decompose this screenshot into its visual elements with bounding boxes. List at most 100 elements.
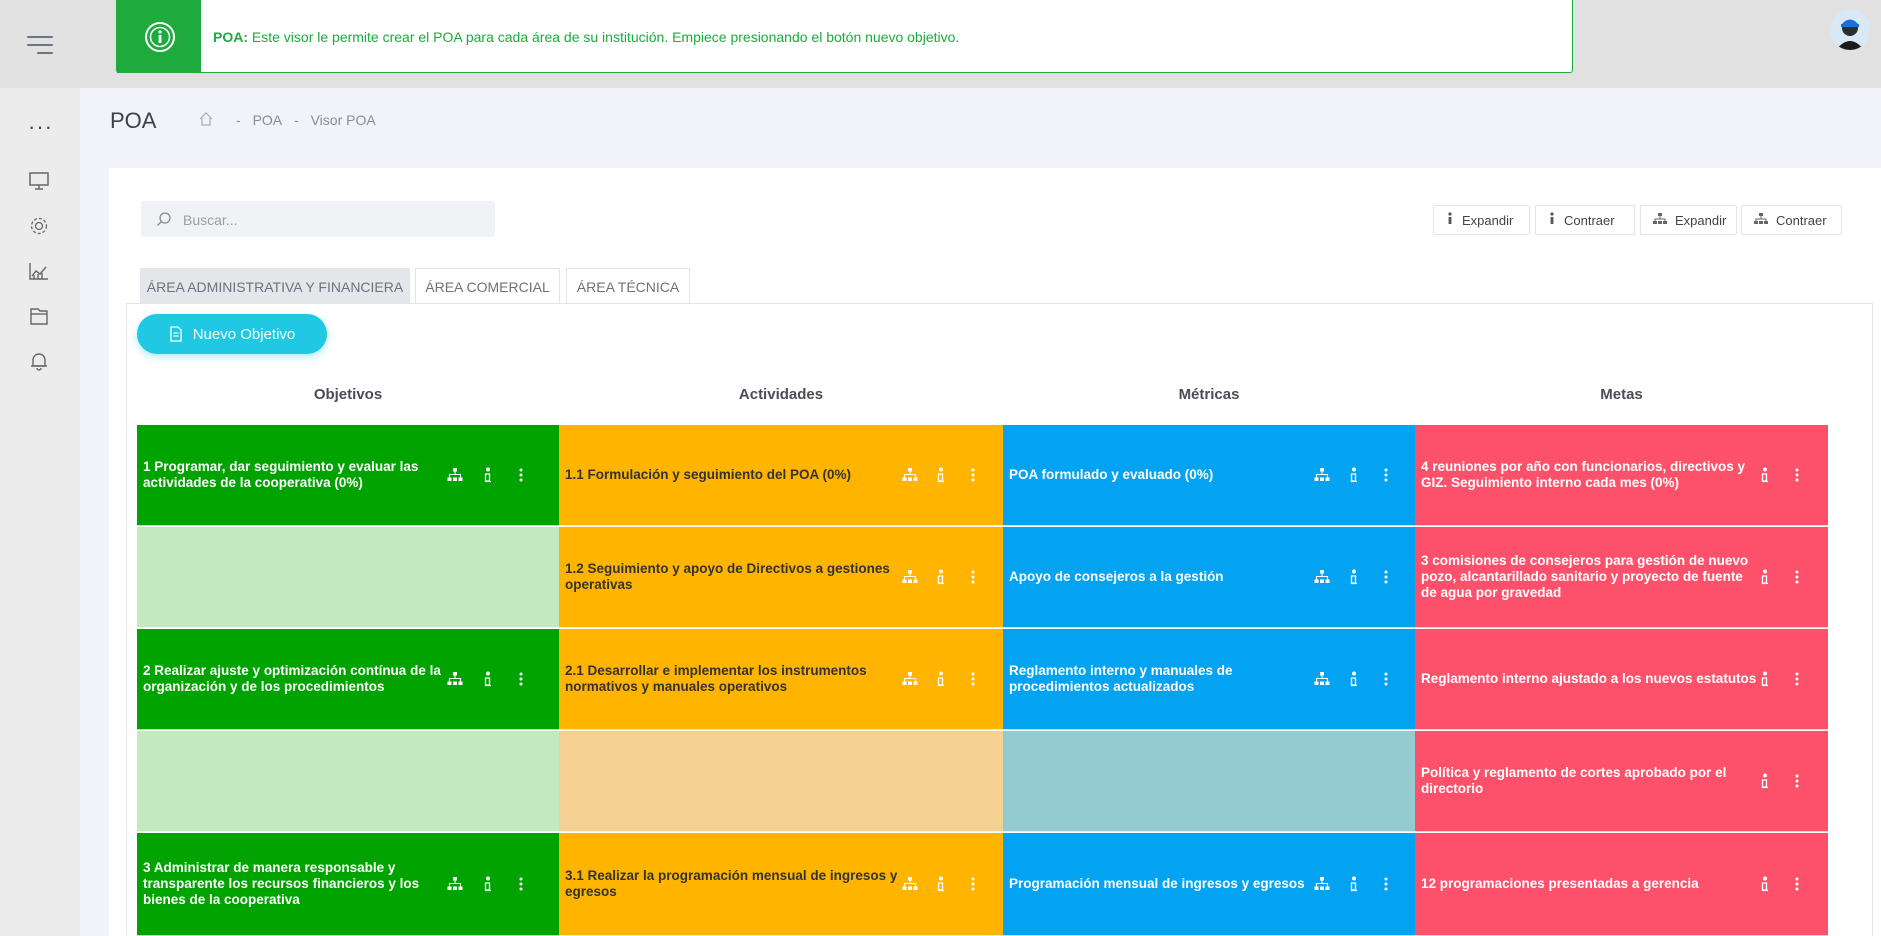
meta-cell[interactable]: 3 comisiones de consejeros para gestión … [1415,527,1828,628]
info-icon[interactable] [1761,876,1769,892]
avatar[interactable] [1830,10,1870,50]
more-vertical-icon[interactable] [971,672,975,686]
meta-text: 12 programaciones presentadas a gerencia [1421,876,1699,891]
info-icon[interactable] [1761,773,1769,789]
collapse-info-button[interactable]: Contraer [1535,205,1635,235]
metrica-cell[interactable]: Reglamento interno y manuales de procedi… [1003,629,1415,730]
actividad-cell[interactable]: 2.1 Desarrollar e implementar los instru… [559,629,1003,730]
new-objective-label: Nuevo Objetivo [192,325,296,343]
hierarchy-icon[interactable] [902,468,918,482]
objetivo-cell[interactable]: 2 Realizar ajuste y optimización contínu… [137,629,559,730]
tab-area-comercial[interactable]: ÁREA COMERCIAL [415,268,560,304]
folder-icon[interactable] [28,305,52,329]
chart-icon[interactable] [28,260,52,284]
alert-message: POA: Este visor le permite crear el POA … [213,29,959,45]
info-icon[interactable] [484,876,492,892]
menu-toggle-icon[interactable] [27,36,53,60]
hierarchy-icon[interactable] [1314,468,1330,482]
bell-icon[interactable] [28,350,52,374]
new-objective-button[interactable]: Nuevo Objetivo [137,314,327,354]
info-icon[interactable] [1350,467,1358,483]
breadcrumb-item-visor-poa[interactable]: Visor POA [311,112,376,128]
info-icon[interactable] [1350,671,1358,687]
more-vertical-icon[interactable] [971,468,975,482]
metrica-cell [1003,731,1415,832]
more-vertical-icon[interactable] [971,570,975,584]
search-input[interactable] [181,209,485,231]
info-icon[interactable] [937,569,945,585]
metrica-cell[interactable]: Apoyo de consejeros a la gestión [1003,527,1415,628]
meta-cell[interactable]: Política y reglamento de cortes aprobado… [1415,731,1828,832]
info-icon[interactable] [1761,671,1769,687]
more-vertical-icon[interactable] [1795,570,1799,584]
breadcrumb-item-poa[interactable]: POA [253,112,283,128]
expand-hierarchy-button[interactable]: Expandir [1640,205,1737,235]
info-icon[interactable] [484,467,492,483]
info-icon[interactable] [937,671,945,687]
more-vertical-icon[interactable] [519,468,523,482]
more-vertical-icon[interactable] [519,672,523,686]
tab-area-tecnica[interactable]: ÁREA TÉCNICA [566,268,690,304]
meta-cell[interactable]: Reglamento interno ajustado a los nuevos… [1415,629,1828,730]
more-vertical-icon[interactable] [1795,774,1799,788]
more-vertical-icon[interactable] [1795,468,1799,482]
hierarchy-icon[interactable] [447,672,463,686]
info-alert: POA: Este visor le permite crear el POA … [116,0,1573,73]
hierarchy-icon[interactable] [447,877,463,891]
hierarchy-icon[interactable] [902,672,918,686]
home-icon[interactable] [198,111,214,132]
tab-area-administrativa[interactable]: ÁREA ADMINISTRATIVA Y FINANCIERA [140,268,410,304]
info-icon[interactable] [1350,569,1358,585]
monitor-icon[interactable] [28,170,52,194]
actividad-text: 1.1 Formulación y seguimiento del POA (0… [565,467,852,482]
page-title: POA [110,108,157,133]
info-icon [1548,212,1556,228]
objetivo-cell[interactable]: 1 Programar, dar seguimiento y evaluar l… [137,425,559,526]
more-vertical-icon[interactable] [1384,672,1388,686]
hierarchy-icon[interactable] [902,570,918,584]
meta-cell[interactable]: 4 reuniones por año con funcionarios, di… [1415,425,1828,526]
actividad-cell[interactable]: 3.1 Realizar la programación mensual de … [559,833,1003,936]
more-vertical-icon[interactable] [519,877,523,891]
info-icon[interactable] [484,671,492,687]
more-vertical-icon[interactable] [1795,672,1799,686]
user-avatar-icon [1830,10,1870,50]
metrica-text: POA formulado y evaluado (0%) [1009,467,1214,482]
hierarchy-icon[interactable] [1314,877,1330,891]
more-vertical-icon[interactable] [1384,570,1388,584]
meta-text: Reglamento interno ajustado a los nuevos… [1421,671,1757,686]
hierarchy-icon[interactable] [447,468,463,482]
more-vertical-icon[interactable] [1384,877,1388,891]
info-icon[interactable] [1761,467,1769,483]
info-icon[interactable] [937,467,945,483]
alert-icon-box [117,0,201,73]
collapse-hierarchy-button[interactable]: Contraer [1741,205,1842,235]
info-icon[interactable] [937,876,945,892]
column-header-metricas: Métricas [1178,386,1240,403]
hierarchy-icon[interactable] [1314,672,1330,686]
breadcrumb-separator: - [294,112,299,128]
actividad-cell[interactable]: 1.2 Seguimiento y apoyo de Directivos a … [559,527,1003,628]
more-icon[interactable]: ··· [28,116,53,138]
breadcrumb: - POA - Visor POA [236,112,384,128]
info-icon[interactable] [1761,569,1769,585]
objetivo-text: 2 Realizar ajuste y optimización contínu… [143,663,441,694]
hierarchy-icon[interactable] [902,877,918,891]
metrica-cell[interactable]: POA formulado y evaluado (0%) [1003,425,1415,526]
actividad-cell[interactable]: 1.1 Formulación y seguimiento del POA (0… [559,425,1003,526]
objetivo-cell[interactable]: 3 Administrar de manera responsable y tr… [137,833,559,936]
metrica-cell[interactable]: Programación mensual de ingresos y egres… [1003,833,1415,936]
actividad-cell [559,731,1003,832]
meta-cell[interactable]: 12 programaciones presentadas a gerencia [1415,833,1828,936]
info-icon [1446,212,1454,228]
gear-icon[interactable] [28,215,52,239]
info-icon[interactable] [1350,876,1358,892]
objetivo-cell [137,527,559,628]
hierarchy-icon[interactable] [1314,570,1330,584]
more-vertical-icon[interactable] [1384,468,1388,482]
more-vertical-icon[interactable] [1795,877,1799,891]
sidebar: ··· [0,0,80,936]
more-vertical-icon[interactable] [971,877,975,891]
expand-info-button[interactable]: Expandir [1433,205,1530,235]
meta-text: Política y reglamento de cortes aprobado… [1421,765,1727,796]
